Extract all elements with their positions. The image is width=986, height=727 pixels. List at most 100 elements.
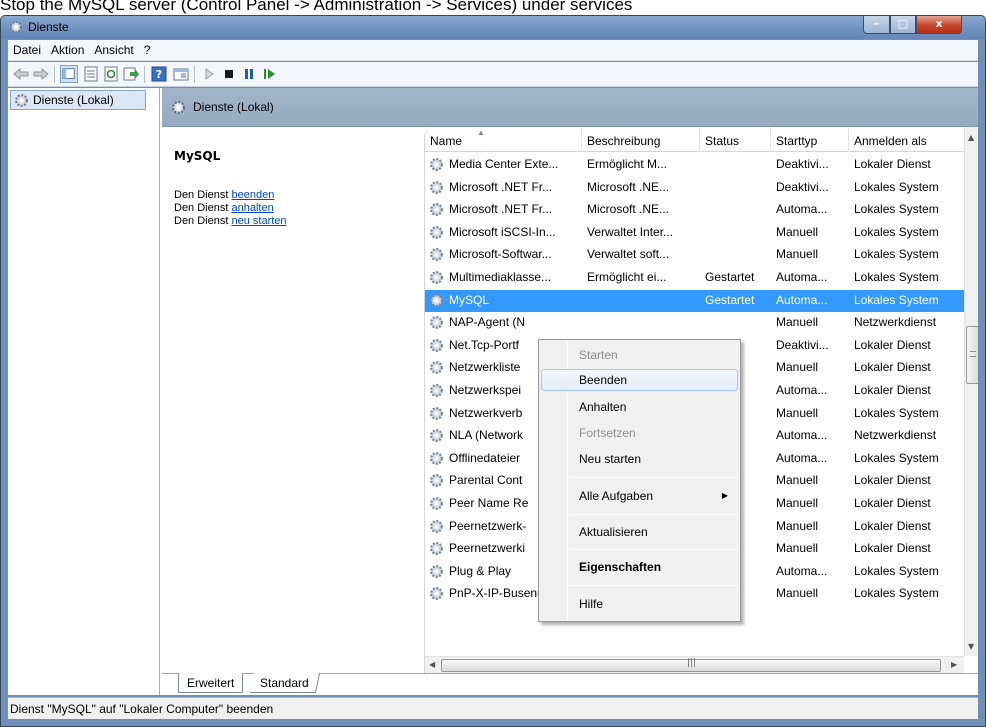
menu-item-aktualisieren[interactable]: Aktualisieren xyxy=(541,521,738,543)
restart-service-link[interactable]: neu starten xyxy=(231,215,286,227)
grip-icon: ||| xyxy=(687,658,697,668)
stop-service-link[interactable]: beenden xyxy=(231,189,274,201)
back-arrow-icon[interactable] xyxy=(12,65,30,83)
close-button[interactable]: x xyxy=(916,16,962,34)
service-gear-icon xyxy=(430,338,443,352)
services-gear-icon xyxy=(172,101,185,114)
forward-arrow-icon[interactable] xyxy=(32,65,50,83)
menu-item-anhalten[interactable]: Anhalten xyxy=(541,396,738,418)
service-gear-icon xyxy=(430,271,443,284)
cell-log-on-as: Lokaler Dienst xyxy=(854,360,931,375)
menu-item-beenden[interactable]: Beenden xyxy=(541,369,738,391)
menu-item-alle-aufgaben[interactable]: Alle Aufgaben ▶ xyxy=(541,485,738,507)
submenu-arrow-icon: ▶ xyxy=(721,491,728,500)
cell-startup-type: Manuell xyxy=(776,496,819,510)
scroll-left-icon[interactable]: ◀ xyxy=(429,660,435,669)
cell-description: Verwaltet soft... xyxy=(587,247,670,262)
action-stop: Den Dienst beenden xyxy=(174,189,275,201)
column-description[interactable]: Beschreibung xyxy=(582,127,700,152)
tab-erweitert[interactable]: Erweitert xyxy=(178,673,244,693)
cell-name: Multimediaklasse... xyxy=(449,270,552,284)
tab-standard[interactable]: Standard xyxy=(249,673,320,693)
cell-startup-type: Manuell xyxy=(776,518,819,533)
scroll-down-icon[interactable]: ▼ xyxy=(968,642,974,651)
panel-title: Dienste (Lokal) xyxy=(193,100,274,114)
cell-log-on-as: Lokales System xyxy=(854,405,939,420)
pause-service-link[interactable]: anhalten xyxy=(231,202,273,214)
cell-startup-type: Automa... xyxy=(776,428,828,443)
service-row[interactable]: Microsoft .NET Fr... Microsoft .NE... Deak… xyxy=(425,177,964,199)
toolbar-separator xyxy=(144,66,145,83)
console-tree-icon[interactable] xyxy=(60,65,78,83)
service-gear-icon xyxy=(430,564,443,578)
cell-log-on-as: Lokales System xyxy=(854,247,939,262)
extended-detail-pane: MySQL Den Dienst beenden Den Dienst anha… xyxy=(162,127,424,673)
horizontal-scroll-thumb[interactable]: ||| xyxy=(441,658,941,672)
title-bar[interactable]: Dienste – □ x xyxy=(1,16,985,39)
cell-log-on-as: Lokaler Dienst xyxy=(854,157,931,171)
service-row[interactable]: Multimediaklasse... Ermöglicht ei... Gesta… xyxy=(425,267,964,289)
cell-log-on-as: Lokales System xyxy=(854,179,939,194)
show-hide-action-pane-icon[interactable] xyxy=(172,65,190,83)
services-gear-icon xyxy=(15,94,28,107)
menu-item-neu-starten[interactable]: Neu starten xyxy=(541,448,738,470)
horizontal-scrollbar[interactable]: ◀ ||| ▶ xyxy=(425,656,964,673)
cell-name: Media Center Exte... xyxy=(449,157,559,171)
stop-service-icon[interactable] xyxy=(220,65,238,83)
cell-log-on-as: Netzwerkdienst xyxy=(854,428,937,443)
pause-service-icon[interactable] xyxy=(240,65,258,83)
start-service-icon[interactable] xyxy=(200,65,218,83)
menu-ansicht[interactable]: Ansicht xyxy=(89,40,138,57)
cell-startup-type: Automa... xyxy=(776,270,828,284)
menu-item-eigenschaften[interactable]: Eigenschaften xyxy=(541,556,738,578)
panel-header: Dienste (Lokal) xyxy=(162,88,978,127)
menu-datei[interactable]: Datei xyxy=(8,40,46,57)
menu-item-fortsetzen[interactable]: Fortsetzen xyxy=(541,422,738,444)
service-row[interactable]: Media Center Exte... Ermöglicht M... Deakt… xyxy=(425,154,964,176)
service-gear-icon xyxy=(430,248,443,262)
cell-log-on-as: Lokaler Dienst xyxy=(854,518,931,533)
cell-description: Microsoft .NE... xyxy=(587,179,670,194)
cell-startup-type: Automa... xyxy=(776,202,828,217)
toolbar-separator xyxy=(54,66,55,83)
service-gear-icon xyxy=(430,225,443,239)
vertical-scroll-thumb[interactable] xyxy=(966,326,978,384)
service-row[interactable]: Microsoft .NET Fr... Microsoft .NE... Auto… xyxy=(425,199,964,221)
cell-log-on-as: Lokales System xyxy=(854,563,939,578)
service-gear-icon xyxy=(430,474,443,488)
service-gear-icon xyxy=(430,406,443,420)
refresh-icon[interactable] xyxy=(102,65,120,83)
menu-aktion[interactable]: Aktion xyxy=(46,40,89,57)
cell-startup-type: Manuell xyxy=(776,405,819,420)
service-gear-icon xyxy=(430,451,443,465)
maximize-button[interactable]: □ xyxy=(890,16,916,34)
sort-ascending-icon: ▲ xyxy=(477,128,485,137)
scroll-up-icon[interactable]: ▲ xyxy=(968,133,974,142)
column-log-on-as[interactable]: Anmelden als xyxy=(849,127,964,152)
menu-help[interactable]: ? xyxy=(139,40,156,57)
cell-log-on-as: Lokaler Dienst xyxy=(854,383,931,397)
services-window: Dienste – □ x Datei Aktion Ansicht? ? Dien… xyxy=(0,15,986,727)
help-icon[interactable]: ? xyxy=(150,65,168,83)
cell-log-on-as: Lokaler Dienst xyxy=(854,496,931,510)
cell-description: Ermöglicht ei... xyxy=(587,270,667,284)
action-restart: Den Dienst neu starten xyxy=(174,215,287,227)
column-name[interactable]: Name ▲ xyxy=(425,127,582,152)
vertical-scrollbar[interactable]: ▲ ▼ xyxy=(964,127,978,656)
column-startup-type[interactable]: Starttyp xyxy=(771,127,849,152)
tree-item-dienste-lokal[interactable]: Dienste (Lokal) xyxy=(10,90,146,110)
scroll-right-icon[interactable]: ▶ xyxy=(951,660,957,669)
service-row[interactable]: MySQL Gestartet Automa... Lokales System xyxy=(425,289,964,312)
export-list-icon[interactable] xyxy=(122,65,140,83)
column-status[interactable]: Status xyxy=(700,127,771,152)
service-row[interactable]: NAP-Agent (N Manuell Netzwerkdienst xyxy=(425,312,964,334)
service-row[interactable]: Microsoft-Softwar... Verwaltet soft... Man… xyxy=(425,244,964,266)
restart-service-icon[interactable] xyxy=(260,65,278,83)
service-row[interactable]: Microsoft iSCSI-In... Verwaltet Inter... M… xyxy=(425,222,964,244)
minimize-button[interactable]: – xyxy=(863,16,890,34)
cell-startup-type: Deaktivi... xyxy=(776,157,829,171)
menu-item-hilfe[interactable]: Hilfe xyxy=(541,593,738,615)
svg-text:?: ? xyxy=(156,68,162,81)
menu-item-starten[interactable]: Starten xyxy=(541,344,738,366)
properties-sheet-icon[interactable] xyxy=(82,65,100,83)
